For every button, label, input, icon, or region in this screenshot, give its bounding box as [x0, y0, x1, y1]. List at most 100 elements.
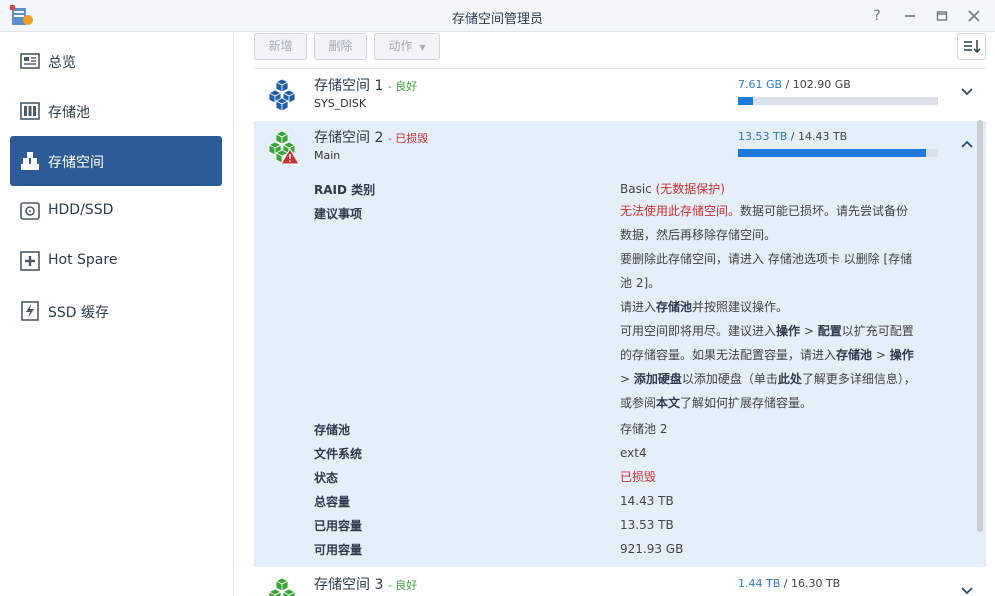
- detail-label: 文件系统: [314, 447, 363, 461]
- advice-text-part: >: [800, 324, 818, 338]
- status-badge: - 良好: [387, 579, 418, 592]
- advice-emphasis: 添加硬盘: [633, 372, 682, 386]
- volume-name: 存储空间 3 - 良好: [314, 574, 417, 594]
- article-link[interactable]: 本文: [656, 396, 680, 410]
- detail-row-advice: 建议事项 无法使用此存储空间。数据可能已损坏。请先尝试备份数据，然后再移除存储空…: [314, 201, 924, 417]
- advice-text-part: 可用空间即将用尽。建议进入: [620, 324, 777, 338]
- sidebar-item-ssd-cache[interactable]: SSD 缓存: [10, 286, 222, 336]
- detail-row-filesystem: 文件系统 ext4: [314, 441, 924, 465]
- usage-bar: [738, 149, 938, 157]
- advice-paragraph: 可用空间即将用尽。建议进入操作 > 配置以扩充可配置的存储容量。如果无法配置容量…: [620, 319, 920, 415]
- volume-name: 存储空间 2 - 已损毁: [314, 127, 428, 147]
- minimize-icon[interactable]: [900, 6, 920, 26]
- sidebar-item-label: 总览: [48, 55, 76, 71]
- sidebar-item-hot-spare[interactable]: Hot Spare: [10, 236, 222, 286]
- total-size: / 102.90 GB: [782, 78, 851, 91]
- sidebar-item-storage-pool[interactable]: 存储池: [10, 86, 222, 136]
- detail-label: 已用容量: [314, 519, 363, 533]
- used-size: 13.53 TB: [738, 130, 788, 143]
- chevron-down-icon[interactable]: [960, 85, 974, 99]
- usage-bar-fill: [738, 149, 926, 157]
- status-badge: - 良好: [387, 80, 418, 93]
- volume-row-2[interactable]: 存储空间 2 - 已损毁 Main 13.53 TB / 14.43 TB RA…: [254, 121, 986, 567]
- hot-spare-icon: [20, 251, 40, 271]
- volume-crashed-icon: [268, 130, 300, 165]
- sidebar-item-label: Hot Spare: [48, 252, 118, 268]
- advice-emphasis: 操作: [889, 348, 914, 362]
- close-icon[interactable]: [964, 6, 984, 26]
- advice-text-part: 并按照建议操作。: [692, 300, 789, 314]
- volume-row-3[interactable]: 存储空间 3 - 良好 1.44 TB / 16.30 TB: [254, 568, 986, 596]
- volume-name: 存储空间 1 - 良好: [314, 75, 417, 95]
- sidebar: 总览 存储池 存储空间 HDD/SSD Hot Spare SSD 缓存: [0, 32, 234, 596]
- detail-value: 存储池 2: [620, 422, 668, 436]
- volume-list: 存储空间 1 - 良好 SYS_DISK 7.61 GB / 102.90 GB…: [254, 68, 986, 596]
- detail-label: 总容量: [314, 495, 351, 509]
- detail-label: RAID 类别: [314, 183, 376, 197]
- usage-bar-fill: [738, 97, 753, 105]
- advice-paragraph: 无法使用此存储空间。数据可能已损坏。请先尝试备份数据，然后再移除存储空间。: [620, 199, 920, 247]
- raid-type: Basic: [620, 182, 652, 196]
- advice-text-part: 请进入: [620, 300, 657, 314]
- advice-text: 无法使用此存储空间。数据可能已损坏。请先尝试备份数据，然后再移除存储空间。 要删…: [620, 199, 920, 415]
- total-size: / 16.30 TB: [780, 577, 841, 590]
- usage-text: 7.61 GB / 102.90 GB: [738, 78, 851, 91]
- chevron-down-icon[interactable]: [960, 584, 974, 596]
- advice-warning: 无法使用此存储空间。: [620, 204, 741, 218]
- sort-icon: [964, 40, 981, 54]
- storage-pool-link[interactable]: 存储池: [656, 300, 692, 314]
- sidebar-item-label: HDD/SSD: [48, 202, 114, 218]
- used-size: 7.61 GB: [738, 78, 783, 91]
- detail-row-available: 可用容量 921.93 GB: [314, 537, 924, 561]
- storage-pool-icon: [20, 102, 40, 120]
- delete-button[interactable]: 删除: [314, 33, 367, 60]
- volume-name-text: 存储空间 2: [314, 130, 384, 146]
- sidebar-item-hdd-ssd[interactable]: HDD/SSD: [10, 186, 222, 236]
- detail-label: 存储池: [314, 423, 351, 437]
- volume-description: Main: [314, 149, 341, 162]
- here-link[interactable]: 此处: [778, 372, 802, 386]
- title-bar: 存储空间管理员 ?: [0, 0, 995, 32]
- usage-bar: [738, 97, 938, 105]
- detail-value: Basic (无数据保护): [620, 181, 920, 197]
- volume-healthy-icon: [268, 577, 296, 596]
- action-button[interactable]: 动作 ▼: [374, 33, 440, 60]
- overview-icon: [20, 53, 40, 69]
- chevron-down-icon: ▼: [419, 43, 426, 52]
- advice-paragraph: 要删除此存储空间，请进入 存储池选项卡 以删除 [存储池 2]。: [620, 252, 913, 290]
- volume-name-text: 存储空间 1: [314, 78, 384, 94]
- maximize-icon[interactable]: [932, 6, 952, 26]
- window-title: 存储空间管理员: [451, 12, 543, 27]
- detail-value: 13.53 TB: [620, 518, 674, 532]
- used-size: 1.44 TB: [738, 577, 781, 590]
- volume-healthy-icon: [268, 78, 296, 112]
- detail-label: 可用容量: [314, 543, 363, 557]
- sidebar-item-overview[interactable]: 总览: [10, 36, 222, 86]
- advice-paragraph: 请进入存储池并按照建议操作。: [620, 295, 920, 319]
- detail-row-raid: RAID 类别 Basic (无数据保护): [314, 177, 924, 201]
- toolbar: 新增 删除 动作 ▼: [244, 32, 995, 68]
- advice-text-part: 了解如何扩展存储容量。: [680, 396, 813, 410]
- advice-emphasis: 操作: [776, 324, 801, 338]
- scrollbar[interactable]: [977, 120, 983, 532]
- detail-row-total: 总容量 14.43 TB: [314, 489, 924, 513]
- advice-text-part: >: [872, 348, 890, 362]
- usage-text: 13.53 TB / 14.43 TB: [738, 130, 847, 143]
- help-icon[interactable]: ?: [867, 6, 887, 26]
- sort-button[interactable]: [957, 33, 986, 60]
- sidebar-item-volume[interactable]: 存储空间: [10, 136, 222, 186]
- chevron-up-icon[interactable]: [960, 137, 974, 151]
- detail-value: ext4: [620, 446, 647, 460]
- sidebar-item-label: 存储池: [48, 105, 90, 121]
- advice-emphasis: 存储池: [836, 348, 873, 362]
- detail-row-used: 已用容量 13.53 TB: [314, 513, 924, 537]
- detail-value: 已损毁: [620, 470, 657, 484]
- volume-name-text: 存储空间 3: [314, 577, 384, 593]
- detail-row-pool: 存储池 存储池 2: [314, 417, 924, 441]
- detail-label: 状态: [314, 471, 339, 485]
- advice-text-part: 以添加硬盘（单击: [681, 372, 778, 386]
- volume-row-1[interactable]: 存储空间 1 - 良好 SYS_DISK 7.61 GB / 102.90 GB: [254, 69, 986, 121]
- usage-text: 1.44 TB / 16.30 TB: [738, 577, 840, 590]
- create-button[interactable]: 新增: [254, 33, 307, 60]
- disk-icon: [20, 202, 40, 220]
